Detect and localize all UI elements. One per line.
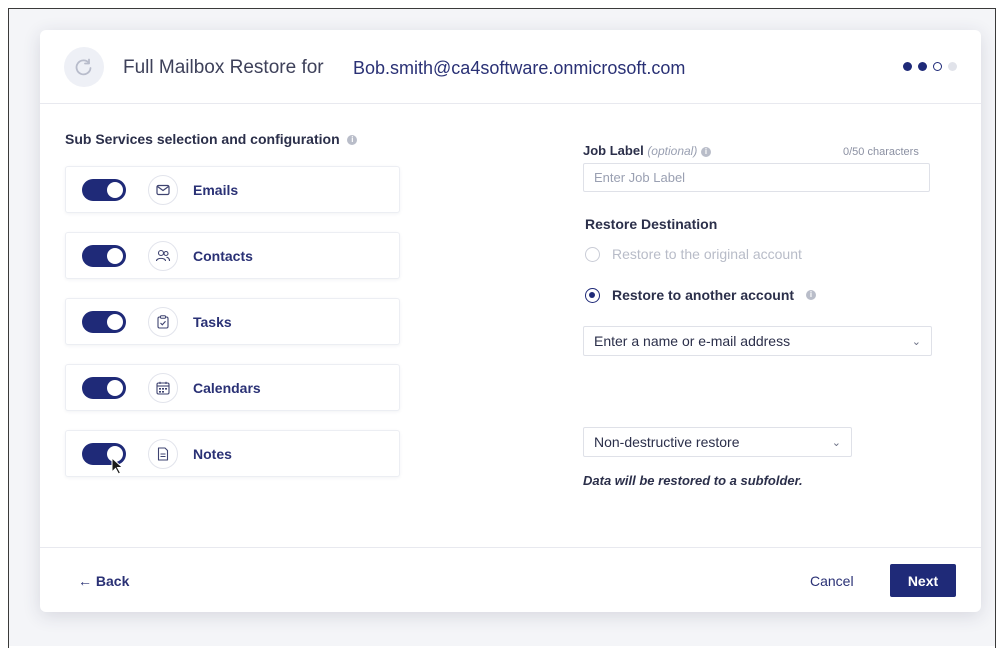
step-dot [948, 62, 957, 71]
chevron-down-icon: ⌄ [831, 436, 841, 449]
cancel-button[interactable]: Cancel [810, 573, 854, 589]
contacts-icon [148, 241, 178, 271]
service-card-notes: Notes [65, 430, 400, 477]
account-select[interactable]: Enter a name or e-mail address ⌄ [583, 326, 932, 356]
back-button[interactable]: ← Back [78, 573, 129, 589]
restore-destination-title: Restore Destination [585, 216, 718, 232]
next-button[interactable]: Next [890, 564, 956, 597]
radio-original-account[interactable]: Restore to the original account [585, 246, 802, 262]
step-dot [903, 62, 912, 71]
job-label-text: Job Label [583, 143, 644, 158]
job-label-title: Job Label (optional) i [583, 143, 711, 158]
service-label: Emails [193, 182, 239, 198]
optional-tag: (optional) [647, 144, 698, 158]
service-card-tasks: Tasks [65, 298, 400, 345]
service-label: Tasks [193, 314, 232, 330]
service-label: Calendars [193, 380, 261, 396]
restore-mode-select[interactable]: Non-destructive restore ⌄ [583, 427, 852, 457]
chevron-down-icon: ⌄ [911, 335, 921, 348]
service-card-emails: Emails [65, 166, 400, 213]
calendar-icon [148, 373, 178, 403]
mouse-cursor-icon [111, 457, 124, 475]
service-card-contacts: Contacts [65, 232, 400, 279]
calendars-toggle[interactable] [82, 377, 126, 399]
radio-label: Restore to another account [612, 287, 795, 303]
notes-icon [148, 439, 178, 469]
service-label: Notes [193, 446, 232, 462]
step-indicator [903, 62, 957, 71]
tasks-icon [148, 307, 178, 337]
account-email: Bob.smith@ca4software.onmicrosoft.com [353, 58, 686, 78]
emails-toggle[interactable] [82, 179, 126, 201]
radio-another-account[interactable]: Restore to another account i [585, 287, 817, 303]
account-select-value: Enter a name or e-mail address [594, 333, 791, 349]
radio-button-checked[interactable] [585, 287, 600, 303]
restore-note: Data will be restored to a subfolder. [583, 473, 803, 488]
mail-icon [148, 175, 178, 205]
radio-label: Restore to the original account [612, 246, 802, 262]
dialog-footer: ← Back Cancel Next [40, 547, 981, 613]
info-icon[interactable]: i [700, 146, 711, 157]
sub-services-title-text: Sub Services selection and configuration [65, 131, 340, 147]
restore-icon [64, 47, 104, 87]
dialog-header: Full Mailbox Restore for Bob.smith@ca4so… [40, 30, 981, 104]
info-icon[interactable]: i [347, 135, 358, 146]
service-card-calendars: Calendars [65, 364, 400, 411]
contacts-toggle[interactable] [82, 245, 126, 267]
job-label-input[interactable] [583, 163, 930, 192]
toggle-knob [107, 182, 123, 198]
sub-services-title: Sub Services selection and configuration… [65, 131, 358, 147]
toggle-knob [107, 248, 123, 264]
service-label: Contacts [193, 248, 253, 264]
radio-button[interactable] [585, 246, 600, 262]
character-counter: 0/50 characters [843, 146, 919, 158]
step-dot-current [933, 62, 942, 71]
tasks-toggle[interactable] [82, 311, 126, 333]
restore-mode-value: Non-destructive restore [594, 434, 740, 450]
dialog-title: Full Mailbox Restore for [123, 57, 324, 78]
toggle-knob [107, 314, 123, 330]
info-icon[interactable]: i [806, 290, 817, 300]
step-dot [918, 62, 927, 71]
restore-dialog: Full Mailbox Restore for Bob.smith@ca4so… [40, 30, 981, 612]
toggle-knob [107, 380, 123, 396]
